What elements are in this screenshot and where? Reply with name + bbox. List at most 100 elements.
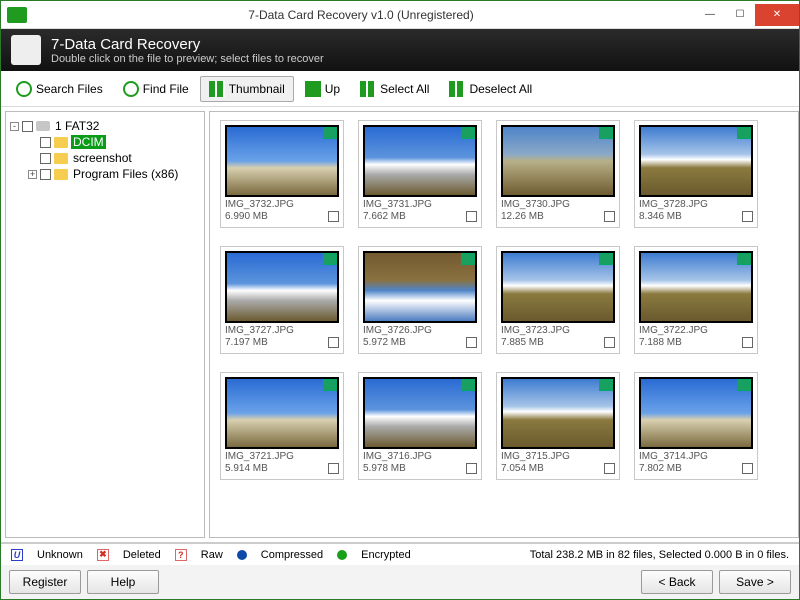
thumbnail-checkbox[interactable] [328,211,339,222]
expand-icon[interactable]: + [28,170,37,179]
select-all-icon [360,81,376,97]
tree-item-screenshot[interactable]: screenshot [10,150,200,166]
file-type-badge-icon [737,253,751,265]
thumbnail-card[interactable]: IMG_3722.JPG7.188 MB [634,246,758,354]
thumbnail-card[interactable]: IMG_3721.JPG5.914 MB [220,372,344,480]
toolbar-label: Thumbnail [229,82,285,96]
collapse-icon[interactable]: - [10,122,19,131]
thumbnail-checkbox[interactable] [604,463,615,474]
thumbnail-filesize: 5.914 MB [225,463,294,475]
thumbnail-image[interactable] [501,251,615,323]
legend-label: Encrypted [361,549,411,561]
thumbnail-filename: IMG_3727.JPG [225,325,294,337]
footer-bar: Register Help < Back Save > [1,565,799,599]
close-button[interactable]: ✕ [755,4,799,26]
thumbnail-image[interactable] [363,125,477,197]
maximize-button[interactable]: ☐ [725,4,755,26]
search-files-button[interactable]: Search Files [7,76,112,102]
thumbnail-card[interactable]: IMG_3715.JPG7.054 MB [496,372,620,480]
thumbnail-checkbox[interactable] [466,211,477,222]
checkbox[interactable] [22,121,33,132]
thumbnail-checkbox[interactable] [328,337,339,348]
tree-label: 1 FAT32 [53,119,101,133]
thumbnail-card[interactable]: IMG_3730.JPG12.26 MB [496,120,620,228]
unknown-icon: U [11,549,23,561]
back-button[interactable]: < Back [641,570,713,594]
folder-icon [54,153,68,164]
checkbox[interactable] [40,137,51,148]
minimize-button[interactable]: — [695,4,725,26]
legend-label: Unknown [37,549,83,561]
thumbnail-card[interactable]: IMG_3714.JPG7.802 MB [634,372,758,480]
select-all-button[interactable]: Select All [351,76,438,102]
thumbnail-checkbox[interactable] [466,337,477,348]
thumbnail-image[interactable] [363,377,477,449]
thumbnail-image[interactable] [225,125,339,197]
checkbox[interactable] [40,169,51,180]
find-file-button[interactable]: Find File [114,76,198,102]
thumbnail-card[interactable]: IMG_3723.JPG7.885 MB [496,246,620,354]
save-button[interactable]: Save > [719,570,791,594]
deselect-all-button[interactable]: Deselect All [440,76,541,102]
thumbnail-filesize: 7.197 MB [225,337,294,349]
window-controls: — ☐ ✕ [695,4,799,26]
thumbnail-card[interactable]: IMG_3728.JPG8.346 MB [634,120,758,228]
tree-root[interactable]: - 1 FAT32 [10,118,200,134]
thumbnail-card[interactable]: IMG_3726.JPG5.972 MB [358,246,482,354]
thumbnail-filesize: 5.972 MB [363,337,432,349]
register-button[interactable]: Register [9,570,81,594]
thumbnail-checkbox[interactable] [466,463,477,474]
thumbnail-filesize: 7.662 MB [363,211,432,223]
tree-label: Program Files (x86) [71,167,180,181]
thumbnail-card[interactable]: IMG_3732.JPG6.990 MB [220,120,344,228]
deleted-icon: ✖ [97,549,109,561]
thumbnail-filename: IMG_3731.JPG [363,199,432,211]
tree-item-program-files[interactable]: + Program Files (x86) [10,166,200,182]
thumbnail-checkbox[interactable] [742,211,753,222]
file-type-badge-icon [323,253,337,265]
file-type-badge-icon [323,127,337,139]
folder-icon [54,137,68,148]
thumbnail-checkbox[interactable] [604,211,615,222]
thumbnail-image[interactable] [501,125,615,197]
thumbnail-card[interactable]: IMG_3716.JPG5.978 MB [358,372,482,480]
file-type-badge-icon [461,379,475,391]
thumbnail-filename: IMG_3730.JPG [501,199,570,211]
thumbnail-pane[interactable]: IMG_3732.JPG6.990 MBIMG_3731.JPG7.662 MB… [209,111,799,538]
thumbnail-image[interactable] [639,377,753,449]
status-text: Total 238.2 MB in 82 files, Selected 0.0… [530,549,789,561]
up-button[interactable]: Up [296,76,349,102]
folder-icon [54,169,68,180]
thumbnail-checkbox[interactable] [328,463,339,474]
app-subtitle: Double click on the file to preview; sel… [51,53,324,65]
thumbnail-checkbox[interactable] [604,337,615,348]
thumbnail-image[interactable] [501,377,615,449]
magnifier-icon [16,81,32,97]
checkbox[interactable] [40,153,51,164]
thumbnail-filesize: 7.188 MB [639,337,708,349]
thumbnail-image[interactable] [639,251,753,323]
thumbnail-filename: IMG_3721.JPG [225,451,294,463]
thumbnail-filesize: 5.978 MB [363,463,432,475]
thumbnail-filename: IMG_3716.JPG [363,451,432,463]
help-button[interactable]: Help [87,570,159,594]
legend-label: Deleted [123,549,161,561]
folder-tree[interactable]: - 1 FAT32 DCIM screenshot + Program File… [5,111,205,538]
thumbnail-image[interactable] [639,125,753,197]
thumbnail-image[interactable] [363,251,477,323]
thumbnail-checkbox[interactable] [742,337,753,348]
toolbar-label: Deselect All [469,82,532,96]
thumbnail-filename: IMG_3723.JPG [501,325,570,337]
toolbar-label: Search Files [36,82,103,96]
thumbnail-filename: IMG_3728.JPG [639,199,708,211]
tree-item-dcim[interactable]: DCIM [10,134,200,150]
thumbnail-card[interactable]: IMG_3727.JPG7.197 MB [220,246,344,354]
thumbnail-button[interactable]: Thumbnail [200,76,294,102]
thumbnail-image[interactable] [225,251,339,323]
thumbnail-checkbox[interactable] [742,463,753,474]
thumbnail-image[interactable] [225,377,339,449]
file-type-badge-icon [461,127,475,139]
thumbnail-card[interactable]: IMG_3731.JPG7.662 MB [358,120,482,228]
app-title: 7-Data Card Recovery [51,36,324,53]
thumbnail-filesize: 6.990 MB [225,211,294,223]
